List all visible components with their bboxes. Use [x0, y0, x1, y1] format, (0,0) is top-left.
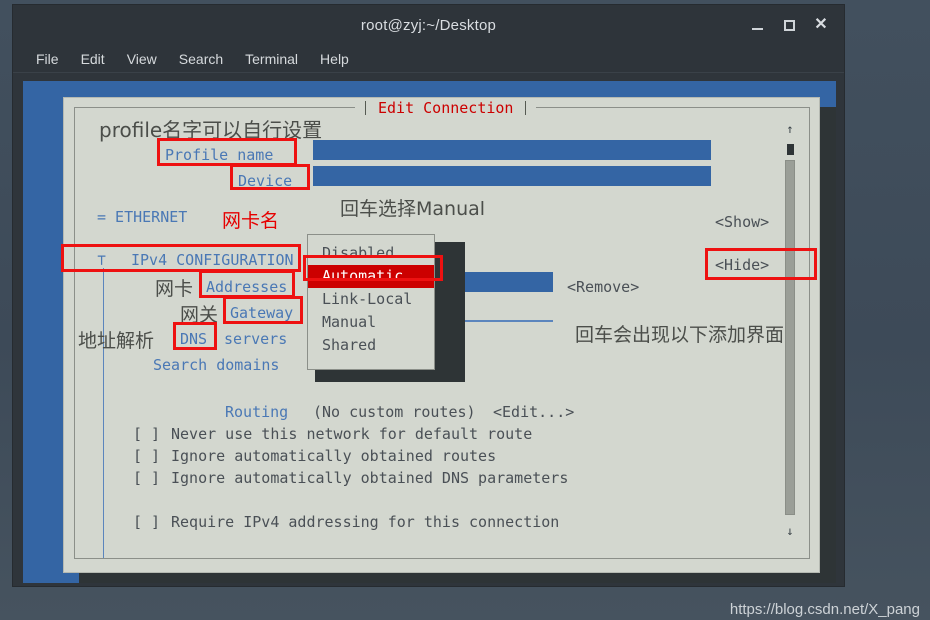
close-button[interactable]: ✕	[806, 10, 836, 40]
ipv4-method-dropdown[interactable]: Disabled Automatic Link-Local Manual Sha…	[307, 234, 435, 370]
menu-item-terminal[interactable]: Terminal	[236, 48, 307, 70]
addresses-label: Addresses	[206, 278, 288, 296]
remove-address-button[interactable]: <Remove>	[567, 278, 639, 296]
close-icon: ✕	[814, 16, 828, 33]
annotation-enter-select-manual-note: 回车选择Manual	[340, 198, 486, 220]
annotation-address-resolve-note: 地址解析	[78, 330, 155, 352]
dialog-inner-frame: Edit Connection Profile name Device = ET…	[61, 98, 817, 559]
checkbox-ignore-dns-box[interactable]: [ ]	[133, 469, 160, 487]
minimize-button[interactable]	[742, 10, 772, 40]
minimize-icon	[751, 28, 763, 30]
checkbox-never-default-route-label: Never use this network for default route	[171, 425, 533, 443]
watermark: https://blog.csdn.net/X_pang	[729, 601, 920, 618]
ethernet-section-header[interactable]: = ETHERNET	[97, 208, 187, 226]
hide-button[interactable]: <Hide>	[715, 256, 769, 274]
search-domains-label: Search domains	[153, 356, 280, 374]
annotation-gateway-note: 网关	[180, 304, 219, 326]
window-controls: ✕	[742, 5, 836, 45]
window-title: root@zyj:~/Desktop	[360, 16, 497, 34]
checkbox-ignore-routes-label: Ignore automatically obtained routes	[171, 447, 497, 465]
dropdown-option-disabled[interactable]: Disabled	[308, 242, 434, 265]
menubar: File Edit View Search Terminal Help	[13, 45, 844, 73]
dropdown-option-automatic[interactable]: Automatic	[308, 265, 434, 288]
dns-servers-label-suffix: servers	[215, 330, 288, 348]
dns-servers-label-prefix: DNS	[180, 330, 208, 348]
checkbox-ignore-dns-label: Ignore automatically obtained DNS parame…	[171, 469, 569, 487]
routing-note: (No custom routes)	[313, 403, 476, 421]
scroll-up-arrow-icon[interactable]: ↑	[781, 122, 799, 138]
menu-item-help[interactable]: Help	[311, 48, 358, 70]
scrollbar-thumb[interactable]	[785, 160, 795, 515]
menu-item-edit[interactable]: Edit	[72, 48, 114, 70]
dropdown-option-link-local[interactable]: Link-Local	[308, 288, 434, 311]
checkbox-require-ipv4-box[interactable]: [ ]	[133, 513, 160, 531]
dropdown-option-manual[interactable]: Manual	[308, 311, 434, 334]
window-titlebar: root@zyj:~/Desktop ✕	[13, 5, 844, 45]
ipv4-config-collapse-icon[interactable]: ⊤	[97, 251, 106, 269]
gateway-label: Gateway	[230, 304, 294, 322]
annotation-enter-shows-add-ui-note: 回车会出现以下添加界面	[575, 324, 785, 346]
ipv4-tree-guide	[103, 268, 104, 558]
device-label: Device	[238, 172, 293, 190]
routing-edit-button[interactable]: <Edit...>	[493, 403, 574, 421]
menu-item-view[interactable]: View	[118, 48, 166, 70]
annotation-nic-name-note: 网卡名	[222, 210, 280, 232]
edit-connection-dialog: Edit Connection Profile name Device = ET…	[61, 97, 820, 573]
scroll-position-marker	[787, 144, 794, 155]
routing-label: Routing	[225, 403, 289, 421]
dropdown-option-shared[interactable]: Shared	[308, 334, 434, 357]
menu-item-search[interactable]: Search	[170, 48, 232, 70]
show-button[interactable]: <Show>	[715, 213, 769, 231]
dialog-title-container: Edit Connection	[355, 98, 537, 118]
terminal-window: root@zyj:~/Desktop ✕ File Edit View Sear…	[12, 4, 845, 587]
profile-name-input[interactable]	[313, 140, 711, 160]
title-right-tick	[525, 101, 527, 115]
checkbox-ignore-routes-box[interactable]: [ ]	[133, 447, 160, 465]
annotation-nic-note: 网卡	[155, 278, 194, 300]
device-input[interactable]	[313, 166, 711, 186]
menu-item-file[interactable]: File	[27, 48, 68, 70]
checkbox-never-default-route-box[interactable]: [ ]	[133, 425, 160, 443]
dialog-title: Edit Connection	[378, 99, 514, 117]
checkbox-require-ipv4-label: Require IPv4 addressing for this connect…	[171, 513, 560, 531]
annotation-profile-name-note: profile名字可以自行设置	[99, 118, 323, 142]
ipv4-config-section-header[interactable]: IPv4 CONFIGURATION	[131, 251, 294, 269]
maximize-icon	[783, 19, 795, 31]
terminal-content: Edit Connection Profile name Device = ET…	[23, 81, 836, 583]
maximize-button[interactable]	[774, 10, 804, 40]
scroll-down-arrow-icon[interactable]: ↓	[781, 524, 799, 540]
profile-name-label: Profile name	[165, 146, 274, 164]
